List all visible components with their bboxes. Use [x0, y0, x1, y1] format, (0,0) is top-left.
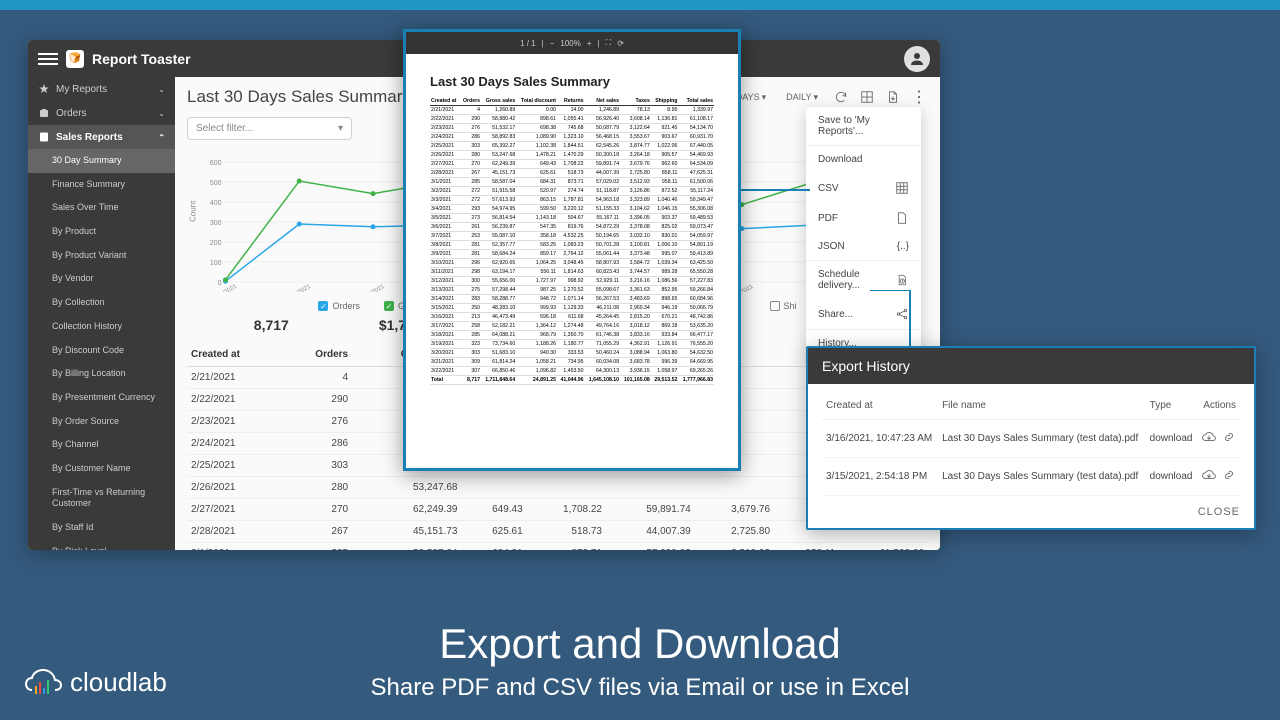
sidebar: My Reports⌄ Orders⌄ Sales Reports⌃ 30 Da… — [28, 77, 175, 550]
pdf-preview: 1 / 1| − 100% +| ⛶ ⟳ Last 30 Days Sales … — [403, 29, 741, 471]
svg-text:500: 500 — [210, 180, 222, 187]
svg-text:2/23/2021: 2/23/2021 — [359, 284, 386, 292]
close-button[interactable]: CLOSE — [808, 496, 1254, 528]
sidebar-item[interactable]: By Presentment Currency — [28, 386, 175, 410]
svg-text:2/21/2021: 2/21/2021 — [212, 284, 239, 292]
rotate-icon[interactable]: ⟳ — [617, 39, 624, 48]
svg-text:0: 0 — [218, 280, 222, 287]
history-row: 3/16/2021, 10:47:23 AMLast 30 Days Sales… — [822, 420, 1240, 458]
sidebar-item[interactable]: First-Time vs Returning Customer — [28, 481, 175, 516]
filter-select[interactable]: Select filter...▾ — [187, 117, 352, 140]
cloud-download-icon[interactable] — [1202, 430, 1216, 447]
sidebar-item[interactable]: Sales Over Time — [28, 196, 175, 220]
account-icon[interactable] — [904, 46, 930, 72]
menu-json[interactable]: JSON{..} — [806, 233, 921, 260]
history-row: 3/15/2021, 2:54:18 PMLast 30 Days Sales … — [822, 458, 1240, 496]
menu-csv[interactable]: CSV — [806, 173, 921, 203]
svg-text:2/22/2021: 2/22/2021 — [286, 284, 313, 292]
zoom-in-icon[interactable]: + — [587, 39, 592, 48]
sidebar-item[interactable]: By Order Source — [28, 410, 175, 434]
sidebar-item[interactable]: Finance Summary — [28, 173, 175, 197]
menu-save[interactable]: Save to 'My Reports'... — [806, 107, 921, 145]
grid-icon[interactable] — [858, 88, 876, 106]
hamburger-icon[interactable] — [38, 53, 58, 65]
sidebar-item[interactable]: By Discount Code — [28, 339, 175, 363]
svg-text:300: 300 — [210, 220, 222, 227]
sidebar-item[interactable]: By Channel — [28, 433, 175, 457]
brand-logo: cloudlab — [24, 666, 167, 698]
nav-my-reports[interactable]: My Reports⌄ — [28, 77, 175, 101]
svg-text:600: 600 — [210, 160, 222, 167]
pdf-toolbar: 1 / 1| − 100% +| ⛶ ⟳ — [406, 32, 738, 54]
svg-text:200: 200 — [210, 240, 222, 247]
sidebar-item[interactable]: By Staff Id — [28, 516, 175, 540]
link-icon[interactable] — [1222, 430, 1236, 447]
sidebar-item[interactable]: By Vendor — [28, 267, 175, 291]
nav-orders[interactable]: Orders⌄ — [28, 101, 175, 125]
nav-sales-reports[interactable]: Sales Reports⌃ — [28, 125, 175, 149]
sidebar-item[interactable]: By Risk Level — [28, 540, 175, 550]
refresh-icon[interactable] — [832, 88, 850, 106]
fit-icon[interactable]: ⛶ — [606, 38, 612, 48]
link-icon[interactable] — [1222, 468, 1236, 485]
export-history-title: Export History — [808, 348, 1254, 384]
pdf-title: Last 30 Days Sales Summary — [430, 74, 714, 89]
svg-text:Count: Count — [189, 200, 198, 222]
export-icon[interactable] — [884, 88, 902, 106]
menu-pdf[interactable]: PDF — [806, 203, 921, 233]
sidebar-item[interactable]: By Collection — [28, 291, 175, 315]
sidebar-item[interactable]: Collection History — [28, 315, 175, 339]
export-history-panel: Export History Created at File name Type… — [806, 346, 1256, 530]
more-icon[interactable]: ⋮ — [910, 88, 928, 106]
interval-button[interactable]: DAILY ▾ — [780, 88, 824, 107]
zoom-out-icon[interactable]: − — [550, 39, 555, 48]
svg-text:100: 100 — [210, 260, 222, 267]
sidebar-item[interactable]: 30 Day Summary — [28, 149, 175, 173]
sidebar-item[interactable]: By Product Variant — [28, 244, 175, 268]
sidebar-item[interactable]: By Product — [28, 220, 175, 244]
sidebar-item[interactable]: By Customer Name — [28, 457, 175, 481]
sidebar-item[interactable]: By Billing Location — [28, 362, 175, 386]
marketing-text: Export and Download Share PDF and CSV fi… — [0, 620, 1280, 702]
table-row: 3/1/202128558,587.04684.31873.7157,029.0… — [187, 543, 928, 551]
app-logo: 🍞 — [66, 50, 84, 68]
svg-text:400: 400 — [210, 200, 222, 207]
cloud-download-icon[interactable] — [1202, 468, 1216, 485]
menu-download[interactable]: Download — [806, 146, 921, 173]
